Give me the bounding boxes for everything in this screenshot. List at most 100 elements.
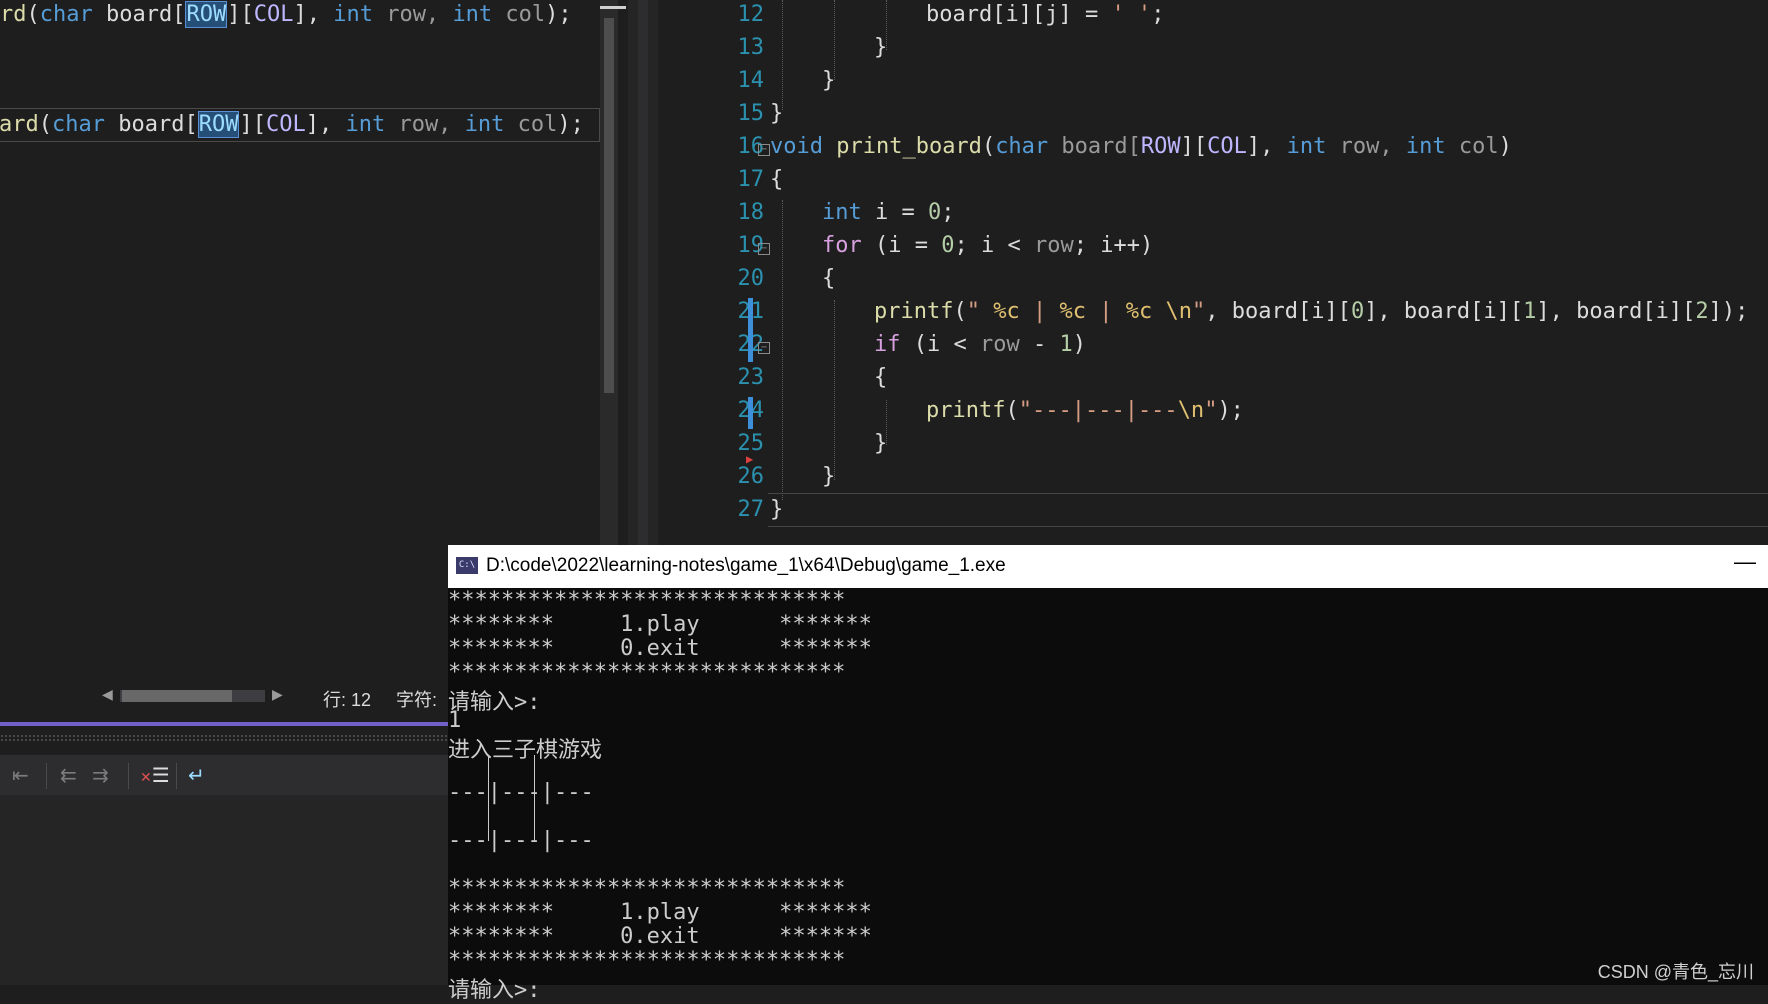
console-title: D:\code\2022\learning-notes\game_1\x64\D… [486,555,1006,576]
keyword-token: int [1286,134,1327,159]
splitter-handle[interactable] [638,0,648,545]
param-token: col [1445,134,1499,159]
string-token: " [1191,299,1206,324]
indent-guide [782,200,783,500]
change-indicator [748,298,753,362]
escape-token: \n [1177,398,1205,423]
char-indicator[interactable]: 字符: [396,686,437,712]
line-number: 22 [698,332,765,357]
indent-guide [834,300,835,480]
output-panel-toolbar: ⇤ ⇇ ⇉ ✕☰ ↵ [0,755,448,795]
param-token: col [504,112,558,137]
keyword-token: void [770,134,823,159]
breakpoint-arrow-icon: ▶ [746,452,754,466]
code-token: ); [1217,398,1244,423]
console-line: ******** 0.exit ******* [448,924,872,949]
decrease-indent-icon[interactable]: ⇇ [60,763,77,788]
code-token: (i = [861,233,942,258]
control-keyword-token: for [822,233,862,258]
watermark: CSDN @青色_忘川 [1597,962,1754,982]
fold-toggle-icon[interactable]: − [758,342,770,354]
console-line: ******** 0.exit ******* [448,636,872,661]
panel-grip[interactable] [0,734,448,742]
code-line-19: for (i = 0; i < row; i++) [822,233,1153,258]
function-token: printf [926,398,1006,423]
code-token: ( [953,299,967,324]
board-separator [488,755,489,841]
line-number: 16 [737,134,765,159]
code-token: ][ [227,2,254,27]
code-editor[interactable]: 12 13 14 15 16 17 18 19 20 21 22 23 24 2… [658,0,1768,545]
macro-token: COL [253,2,294,27]
code-line-16: void print_board(char board[ROW][COL], i… [770,134,1512,159]
code-token: ); [545,2,572,27]
line-indicator[interactable]: 行: 12 [323,686,371,712]
code-line-22: if (i < row - 1) [874,332,1086,357]
console-line: 请输入>: [448,690,541,715]
console-app-icon: C:\ [456,557,478,574]
code-token: board[ [104,112,198,137]
code-token: ][ [239,112,266,137]
console-line: ****************************** [448,660,846,685]
minimize-button[interactable]: — [1734,549,1756,575]
control-keyword-token: if [874,332,901,357]
line-number: 26 [737,464,765,489]
toolbar-separator [128,763,129,789]
code-token: ) [1498,134,1512,159]
code-token: ) [1072,332,1086,357]
board-separator [534,755,535,841]
line-number: 14 [737,68,765,93]
clear-all-icon[interactable]: ✕☰ [140,763,170,788]
scroll-right-icon[interactable]: ▶ [272,686,283,703]
code-token: ], board[i][ [1536,299,1696,324]
fold-toggle-icon[interactable]: − [758,144,770,156]
code-token: ( [1005,398,1019,423]
line-number: 12 [737,2,765,27]
code-line-23: { [874,365,888,390]
console-window[interactable]: C:\ D:\code\2022\learning-notes\game_1\x… [448,545,1768,1003]
string-token [1152,299,1165,324]
pane-splitter[interactable] [628,0,658,545]
code-token: ; [1151,2,1165,27]
keyword-token: int [1405,134,1446,159]
console-line: ---|---|--- [448,780,594,805]
format-token: %c [993,299,1020,324]
code-line-27: } [770,497,784,522]
code-token: ; i++) [1073,233,1154,258]
param-token: row, [1326,134,1406,159]
change-indicator [748,397,753,429]
word-wrap-icon[interactable]: ↵ [188,763,205,788]
current-line-highlight [768,493,1768,527]
horizontal-scrollbar[interactable]: ◀ ▶ [100,684,285,706]
format-token: %c [1059,299,1086,324]
code-token: board[ [92,2,186,27]
string-token: " [1204,398,1218,423]
increase-indent-icon[interactable]: ⇉ [92,763,109,788]
line-number: 20 [737,266,765,291]
fold-toggle-icon[interactable]: − [758,243,770,255]
scroll-position-marker [600,6,626,9]
keyword-token: char [995,134,1049,159]
scroll-left-icon[interactable]: ◀ [102,686,113,703]
code-line-25: } [874,431,888,456]
toolbar-separator [46,763,47,789]
param-token: col [492,2,546,27]
macro-token: COL [1207,134,1247,159]
scrollbar-thumb[interactable] [604,18,614,393]
code-token: (i < [900,332,980,357]
console-line: ******** 1.play ******* [448,612,872,637]
console-titlebar[interactable]: C:\ D:\code\2022\learning-notes\game_1\x… [448,545,1768,588]
keyword-token: char [39,2,93,27]
code-token: ], [1246,134,1287,159]
param-token: row [979,332,1020,357]
string-token: | [1085,299,1126,324]
code-token: ][ [1180,134,1208,159]
outdent-icon[interactable]: ⇤ [12,763,29,788]
code-line-14: } [822,68,836,93]
console-line: ****************************** [448,876,846,901]
format-token: %c [1125,299,1153,324]
code-line-12: board[i][j] = ' '; [926,2,1164,27]
function-token: printf [874,299,954,324]
scrollbar-thumb[interactable] [122,690,232,702]
code-line-21: printf(" %c | %c | %c \n", board[i][0], … [874,299,1748,324]
